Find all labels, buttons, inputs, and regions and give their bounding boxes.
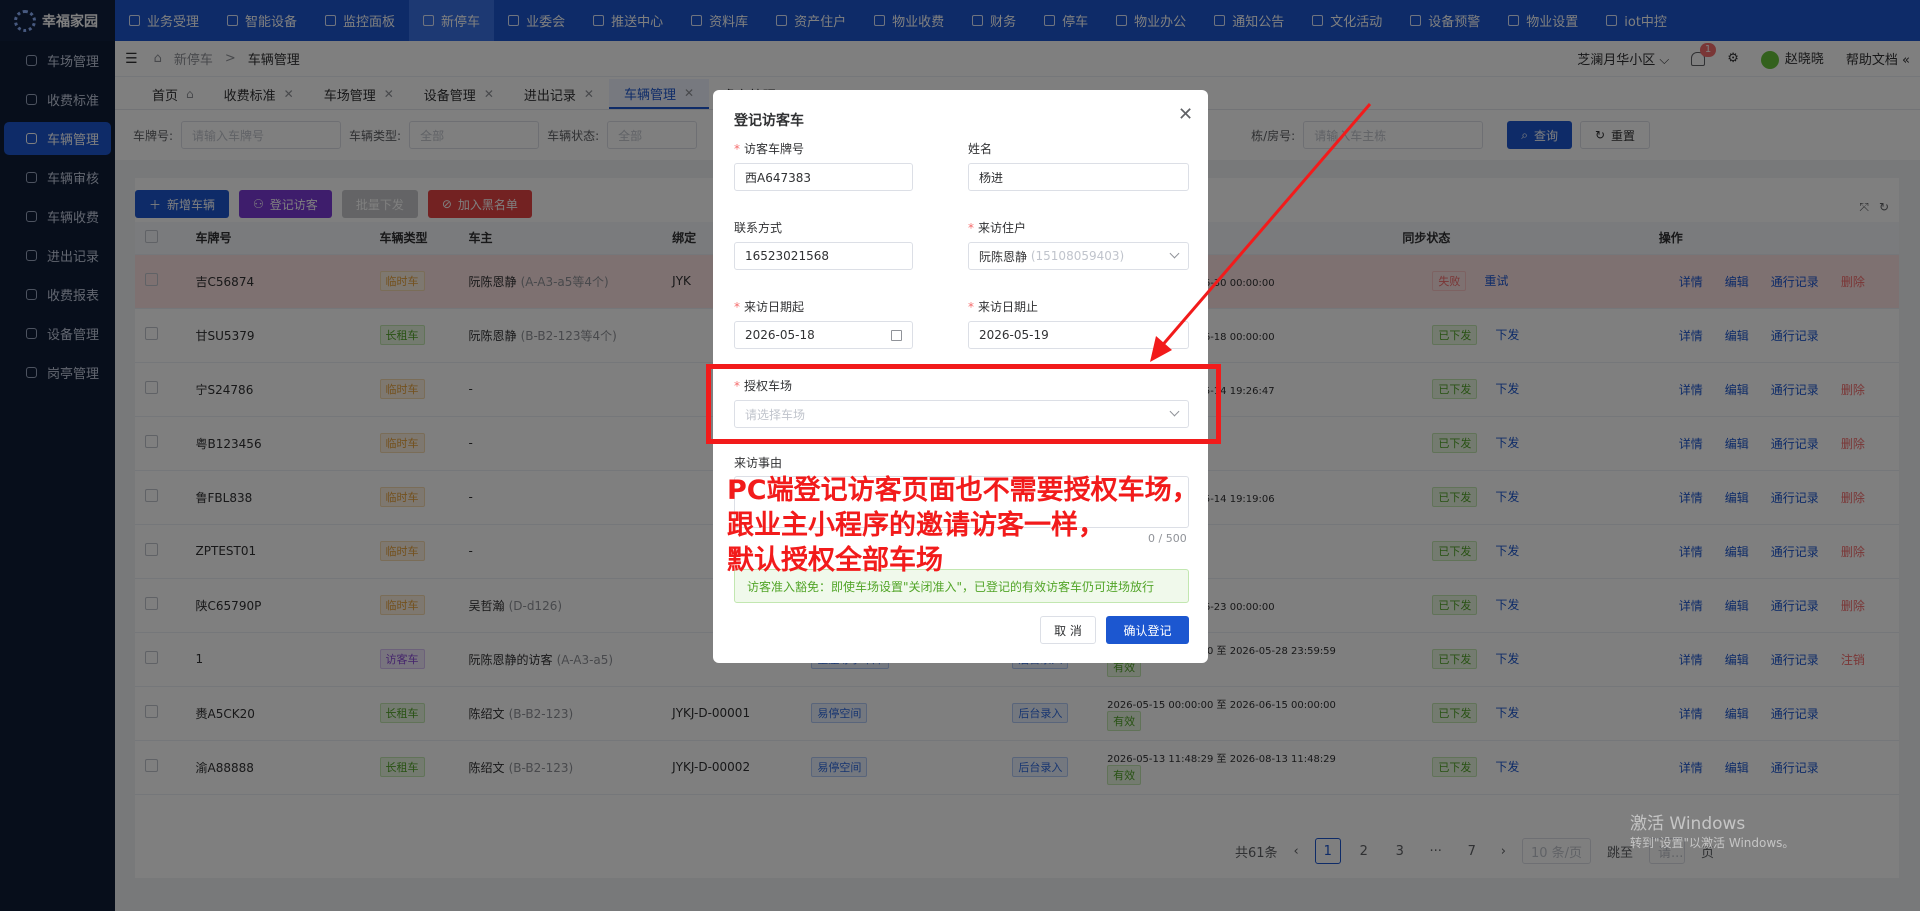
resident-select[interactable]: 阮陈恩静 (15108059403) <box>968 242 1189 270</box>
windows-activation-watermark: 激活 Windows 转到"设置"以激活 Windows。 <box>1630 814 1795 850</box>
start-date-label: * 来访日期起 <box>734 300 805 314</box>
phone-label: 联系方式 <box>734 221 783 235</box>
end-date-picker[interactable]: 2026-05-19 <box>968 321 1189 349</box>
close-icon[interactable]: ✕ <box>1178 104 1193 125</box>
chevron-down-icon <box>1169 248 1180 259</box>
cancel-button[interactable]: 取 消 <box>1040 616 1096 644</box>
dialog-title: 登记访客车 <box>734 113 804 129</box>
end-date-label: * 来访日期止 <box>968 300 1039 314</box>
name-label: 姓名 <box>968 142 993 156</box>
reason-label: 来访事由 <box>734 456 783 470</box>
confirm-register-button[interactable]: 确认登记 <box>1106 616 1189 644</box>
start-date-picker[interactable]: 2026-05-18 <box>734 321 913 349</box>
annotation-highlight-box <box>706 364 1221 444</box>
resident-label: * 来访住户 <box>968 221 1027 235</box>
calendar-icon <box>891 330 902 341</box>
plate-label: * 访客车牌号 <box>734 142 805 156</box>
plate-input[interactable]: 西A647383 <box>734 163 913 191</box>
annotation-text: PC端登记访客页面也不需要授权车场， 跟业主小程序的邀请访客一样， 默认授权全部… <box>727 475 1199 576</box>
name-input[interactable]: 杨进 <box>968 163 1189 191</box>
phone-input[interactable]: 16523021568 <box>734 242 913 270</box>
